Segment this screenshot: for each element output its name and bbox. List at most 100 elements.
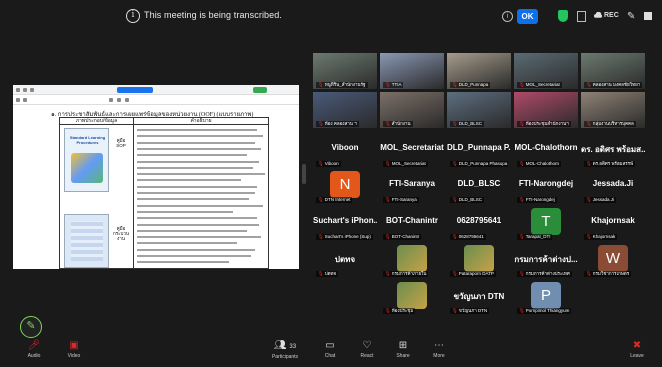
shared-screen[interactable]: ๑. การประชาสัมพันธ์และการเผยแพร่ข้อมูลขอ…	[13, 85, 299, 269]
participant-tile[interactable]: 🎙︎ห้องประชุม	[380, 281, 444, 316]
participants-button[interactable]: 👥︎ 33 Participants	[265, 339, 305, 361]
browser-toolbar	[13, 85, 299, 95]
tile-name-text: MOL-Chalothorn	[525, 161, 559, 166]
participant-tile[interactable]: ดร. อดิศร พร้อมส... 🎙︎ดร.อดิศร พร้อมสรรพ์	[581, 134, 645, 169]
tile-name-text: ห้องประชุม	[391, 308, 414, 313]
video-tile[interactable]: 🎙︎หนูหิริน_สำนักงานรัฐ	[313, 53, 377, 89]
tile-name-label: 🎙︎DTN Internet	[316, 197, 353, 203]
audio-button[interactable]: 🎤︎ Audio	[22, 339, 46, 360]
video-tile[interactable]: 🎙︎ห้องประชุมสำนักงานฯ	[514, 92, 578, 128]
split-divider[interactable]	[302, 164, 306, 184]
participant-tile[interactable]: DLD_BLSC 🎙︎DLD_BLSC	[447, 170, 511, 205]
video-label: Video	[67, 353, 81, 359]
tile-name-text: หนูหิริน_สำนักงานรัฐ	[324, 82, 366, 87]
doc-col-right: คำอธิบาย	[134, 118, 268, 268]
participant-tile[interactable]: N 🎙︎DTN Internet	[313, 170, 377, 205]
leave-button[interactable]: ✖ Leave	[626, 339, 648, 360]
recording-indicator[interactable]: REC	[604, 12, 619, 19]
doc-text-line	[137, 204, 263, 207]
react-button[interactable]: ♡ React	[356, 339, 378, 360]
participant-tile[interactable]: MOL_Secretariat 🎙︎MOL_Secretariat	[380, 134, 444, 169]
tile-name-label: 🎙︎BOT-Chanintr	[383, 234, 422, 240]
tile-name-text: Tarapat_DTI	[525, 234, 551, 239]
doc-tag-manual: คู่มือ กระบวน งาน	[112, 226, 130, 241]
info-icon: i	[126, 9, 140, 23]
video-tile[interactable]: 🎙︎MOL_Secretariat	[514, 53, 578, 89]
security-shield-icon[interactable]	[558, 10, 568, 22]
participant-tile[interactable]: FTI-Narongdej 🎙︎FTI-Narongdej	[514, 170, 578, 205]
participant-display-name: FTI-Saranya	[389, 179, 435, 188]
participant-tile[interactable]: BOT-Chanintr 🎙︎BOT-Chanintr	[380, 207, 444, 242]
participant-display-name: FTI-Narongdej	[518, 179, 574, 188]
participant-tile[interactable]: Khajornsak 🎙︎Khajornsak	[581, 207, 645, 242]
stop-icon[interactable]	[644, 12, 652, 20]
book-art	[71, 153, 103, 183]
participant-tile[interactable]: 0628795641 🎙︎0628795641	[447, 207, 511, 242]
participant-display-name: ปตทจ	[334, 255, 356, 264]
mic-muted-icon: 🎙︎	[318, 161, 324, 166]
participant-tile[interactable]: Viboon 🎙︎Viboon	[313, 134, 377, 169]
share-button[interactable]: ⊞ Share	[392, 339, 414, 360]
chat-button[interactable]: ▭ Chat	[320, 339, 340, 360]
participant-tile[interactable]: Suchart's iPhon... 🎙︎Suchart's iPhone (Su…	[313, 207, 377, 242]
participant-tile[interactable]: 🎙︎Pataraporn DATP	[447, 244, 511, 279]
participant-tile[interactable]: Jessada.Ji 🎙︎Jessada.Ji	[581, 170, 645, 205]
tile-name-text: DTN Internet	[324, 197, 351, 202]
doc-text-line	[137, 147, 261, 150]
participant-tile[interactable]: W 🎙︎กรมวิชาการเกษตร	[581, 244, 645, 279]
video-tile[interactable]: 🎙︎คลองสาน มงคลชัยวิทยา	[581, 53, 645, 89]
video-tile[interactable]: 🎙︎ห้อง คลองสาน ฯ	[313, 92, 377, 128]
doc-text-line	[137, 173, 265, 176]
tile-name-text: DLD_Punnapa Phasupa	[458, 161, 508, 166]
mic-muted-icon: 🎙︎	[452, 121, 458, 126]
participant-tile[interactable]: FTI-Saranya 🎙︎FTI-Saranya	[380, 170, 444, 205]
video-off-icon: ▣	[69, 340, 79, 351]
redo-icon	[23, 98, 27, 102]
details-icon[interactable]: i	[502, 11, 513, 22]
tile-name-label: 🎙︎กรมการค้าต่างประเทศ	[517, 271, 572, 277]
mic-muted-icon: 🎙︎	[318, 197, 324, 202]
video-button[interactable]: ▣ Video	[62, 339, 86, 360]
share-doc-button	[253, 87, 267, 93]
mic-muted-icon: 🎙︎	[385, 161, 391, 166]
tile-name-label: 🎙︎Khajornsak	[584, 234, 618, 240]
banner-message: This meeting is being transcribed.	[144, 10, 282, 20]
participant-display-name: DLD_Punnapa P...	[447, 143, 511, 152]
underline-icon	[125, 98, 129, 102]
tile-name-text: DLD_BLSC	[458, 121, 482, 126]
participant-tile[interactable]: T 🎙︎Tarapat_DTI	[514, 207, 578, 242]
participant-display-name: กรมการค้าต่างป...	[514, 255, 578, 264]
participant-tile[interactable]: ขวัญนภา DTN 🎙︎ขวัญนภา DTN	[447, 281, 511, 316]
participant-tile[interactable]: P 🎙︎Pornpimol Thiangyum	[514, 281, 578, 316]
pencil-icon[interactable]: ✎	[627, 11, 635, 22]
avatar: W	[598, 245, 628, 272]
video-tile[interactable]: 🎙︎DLD_BLSC	[447, 92, 511, 128]
more-button[interactable]: ⋯ More	[428, 339, 450, 360]
video-tile[interactable]: 🎙︎สำนักงาน	[380, 92, 444, 128]
mic-muted-icon: 🎙︎	[519, 197, 525, 202]
doc-text-line	[137, 129, 257, 131]
participant-tile[interactable]: กรมการค้าต่างป... 🎙︎กรมการค้าต่างประเทศ	[514, 244, 578, 279]
tile-name-label: 🎙︎Viboon	[316, 161, 341, 167]
doc-tag-sop: คู่มือ SOP	[116, 138, 126, 148]
video-tile[interactable]: 🎙︎กลุ่มงานบริหารบุคคล	[581, 92, 645, 128]
tile-name-label: 🎙︎ขวัญนภา DTN	[450, 308, 490, 314]
tile-name-label: 🎙︎ดร.อดิศร พร้อมสรรพ์	[584, 161, 636, 167]
mic-muted-icon: 🎙︎	[385, 271, 391, 276]
panel-icon[interactable]	[577, 11, 586, 22]
annotate-pencil-icon[interactable]: ✎	[20, 316, 42, 338]
tile-name-text: BOT-Chanintr	[391, 234, 420, 239]
participant-display-name: MOL-Chalothorn	[514, 143, 578, 152]
forward-icon	[23, 88, 27, 92]
doc-text-line	[137, 185, 257, 188]
ok-button[interactable]: OK	[517, 9, 538, 24]
participant-tile[interactable]: MOL-Chalothorn 🎙︎MOL-Chalothorn	[514, 134, 578, 169]
participant-tile[interactable]: 🎙︎กรมการค้าภายใน	[380, 244, 444, 279]
chat-icon: ▭	[325, 340, 335, 351]
video-tile[interactable]: 🎙︎DLD_Punnapa	[447, 53, 511, 89]
tile-name-text: Viboon	[324, 161, 339, 166]
video-tile[interactable]: 🎙︎TTIA	[380, 53, 444, 89]
participant-tile[interactable]: DLD_Punnapa P... 🎙︎DLD_Punnapa Phasupa	[447, 134, 511, 169]
mic-muted-icon: 🎙︎	[519, 234, 525, 239]
participant-tile[interactable]: ปตทจ 🎙︎ปตทจ	[313, 244, 377, 279]
